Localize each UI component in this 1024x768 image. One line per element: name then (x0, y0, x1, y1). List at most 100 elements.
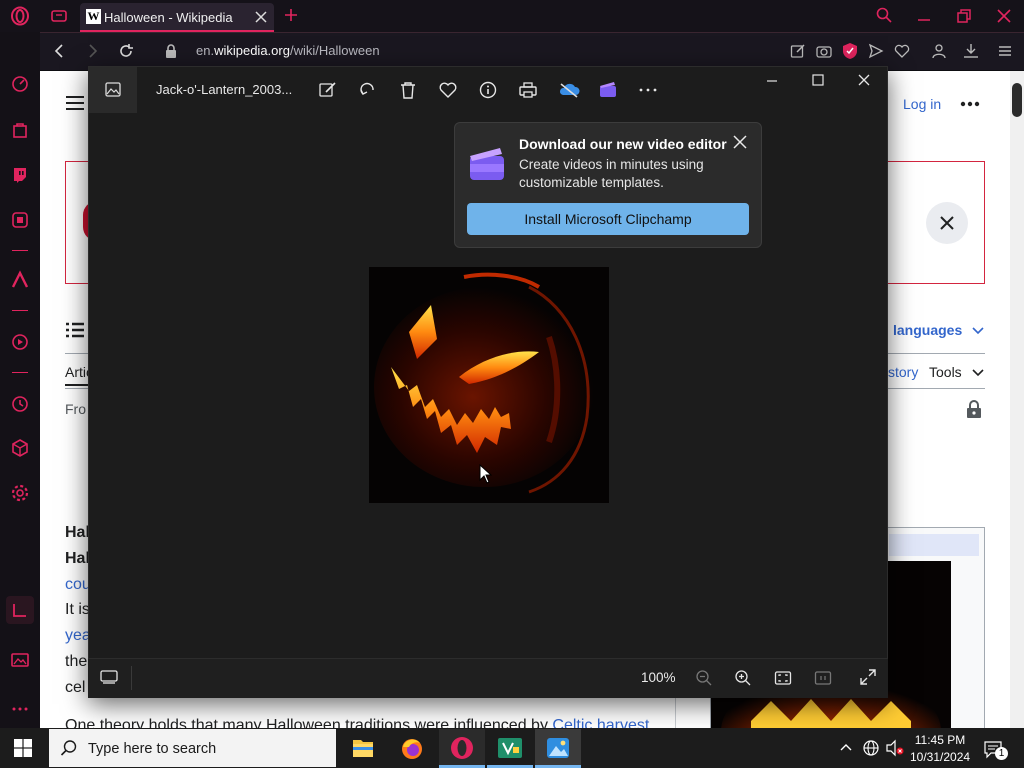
twitch-icon[interactable] (10, 165, 30, 185)
gallery-icon[interactable] (10, 650, 30, 670)
minimize-window-icon[interactable] (916, 8, 932, 24)
visual-studio-taskbar-button[interactable] (487, 729, 533, 768)
install-clipchamp-button[interactable]: Install Microsoft Clipchamp (467, 203, 749, 235)
windows-start-icon[interactable] (14, 739, 32, 757)
search-icon (60, 739, 78, 757)
opera-logo-icon[interactable] (10, 6, 30, 26)
send-icon[interactable] (868, 43, 884, 59)
more-actions-icon[interactable] (638, 80, 658, 100)
lead-text-line: It is (65, 601, 90, 618)
languages-button[interactable]: languages (893, 322, 962, 338)
notifications-icon[interactable]: 1 (983, 739, 1008, 760)
scrollbar-thumb[interactable] (1012, 83, 1022, 117)
clock[interactable]: 11:45 PM 10/31/2024 (910, 732, 970, 766)
volume-muted-icon[interactable] (885, 739, 905, 757)
tools-menu[interactable]: Tools (929, 364, 962, 380)
lock-icon[interactable] (164, 43, 178, 59)
actual-size-icon[interactable] (814, 669, 832, 687)
search-tabs-icon[interactable] (875, 6, 893, 24)
shopping-bag-icon[interactable] (10, 120, 30, 140)
vpn-shield-icon[interactable] (842, 42, 858, 60)
opera-taskbar-button[interactable] (439, 729, 485, 768)
viewer-minimize-icon[interactable] (764, 72, 784, 92)
lead-text-line: Hal (65, 524, 90, 541)
lead-text-link[interactable]: cou (65, 576, 91, 594)
back-icon[interactable] (52, 43, 68, 59)
clipchamp-icon[interactable] (598, 80, 618, 100)
fullscreen-icon[interactable] (859, 668, 877, 686)
lead-text-line: the (65, 653, 88, 670)
fit-to-window-icon[interactable] (774, 669, 792, 687)
lead-text-line: cel (65, 679, 86, 696)
more-dots-icon[interactable] (10, 699, 30, 719)
onedrive-cloud-icon[interactable] (558, 80, 580, 100)
bookmark-heart-icon[interactable] (894, 43, 910, 59)
clipchamp-logo-icon (467, 144, 507, 182)
file-explorer-taskbar-button[interactable] (340, 729, 386, 768)
browser-tab-bar: W Halloween - Wikipedia (0, 0, 1024, 32)
gallery-button[interactable] (89, 67, 137, 113)
account-icon[interactable] (931, 43, 947, 59)
view-history-link[interactable]: story (888, 364, 918, 380)
page-scrollbar[interactable] (1010, 71, 1024, 728)
protected-lock-icon[interactable] (966, 400, 982, 418)
network-globe-icon[interactable] (862, 739, 880, 757)
toc-icon[interactable] (66, 322, 84, 338)
infobox-header (889, 534, 979, 556)
messenger-icon[interactable] (10, 210, 30, 230)
sidebar-divider (12, 310, 28, 311)
viewer-bottom-bar (88, 658, 888, 698)
sidebar-divider (12, 250, 28, 251)
zoom-level: 100% (641, 670, 676, 685)
reload-icon[interactable] (118, 43, 134, 59)
print-icon[interactable] (518, 80, 538, 100)
lead-text-link[interactable]: yea (65, 627, 91, 645)
filmstrip-icon[interactable] (100, 669, 118, 685)
clock-time: 11:45 PM (914, 733, 966, 747)
close-window-icon[interactable] (996, 8, 1012, 24)
close-tab-icon[interactable] (254, 10, 268, 24)
viewer-maximize-icon[interactable] (810, 72, 830, 92)
zoom-out-icon[interactable] (695, 669, 713, 687)
snapshot-icon[interactable] (816, 43, 832, 59)
settings-gear-icon[interactable] (10, 483, 30, 503)
tab-island-icon[interactable] (50, 7, 68, 25)
history-icon[interactable] (10, 394, 30, 414)
sidebar (0, 32, 40, 728)
viewer-close-icon[interactable] (856, 72, 876, 92)
info-icon[interactable] (478, 80, 498, 100)
rotate-icon[interactable] (358, 80, 378, 100)
download-icon[interactable] (962, 43, 980, 59)
player-icon[interactable] (10, 332, 30, 352)
banner-close-button[interactable] (926, 202, 968, 244)
popup-title: Download our new video editor (519, 136, 727, 152)
forward-icon[interactable] (84, 43, 100, 59)
new-tab-icon[interactable] (283, 7, 299, 23)
aria-icon[interactable] (10, 270, 30, 290)
jack-o-lantern-image[interactable] (369, 267, 609, 503)
zoom-in-icon[interactable] (734, 669, 752, 687)
speed-dial-icon[interactable] (10, 74, 30, 94)
tab-title: Halloween - Wikipedia (104, 10, 233, 25)
more-options-icon[interactable] (960, 101, 980, 107)
restore-window-icon[interactable] (956, 8, 972, 24)
login-link[interactable]: Log in (903, 96, 941, 112)
edit-image-icon[interactable] (318, 80, 338, 100)
favorite-heart-icon[interactable] (438, 80, 458, 100)
popup-close-icon[interactable] (732, 134, 748, 150)
main-menu-icon[interactable] (66, 96, 84, 110)
url-text[interactable]: en.wikipedia.org/wiki/Halloween (196, 43, 380, 58)
extensions-cube-icon[interactable] (10, 438, 30, 458)
sidebar-active-panel[interactable] (6, 596, 34, 624)
popup-description: Create videos in minutes using customiza… (519, 157, 704, 190)
tab-halloween[interactable]: W Halloween - Wikipedia (80, 3, 274, 32)
tools-chevron-icon (972, 367, 984, 377)
photos-taskbar-button[interactable] (535, 729, 581, 768)
sidebar-divider (12, 372, 28, 373)
wikipedia-favicon: W (86, 9, 101, 24)
delete-icon[interactable] (398, 80, 418, 100)
firefox-taskbar-button[interactable] (389, 729, 435, 768)
easy-setup-icon[interactable] (997, 43, 1013, 59)
edit-page-icon[interactable] (790, 43, 806, 59)
show-hidden-icons-icon[interactable] (839, 741, 853, 755)
